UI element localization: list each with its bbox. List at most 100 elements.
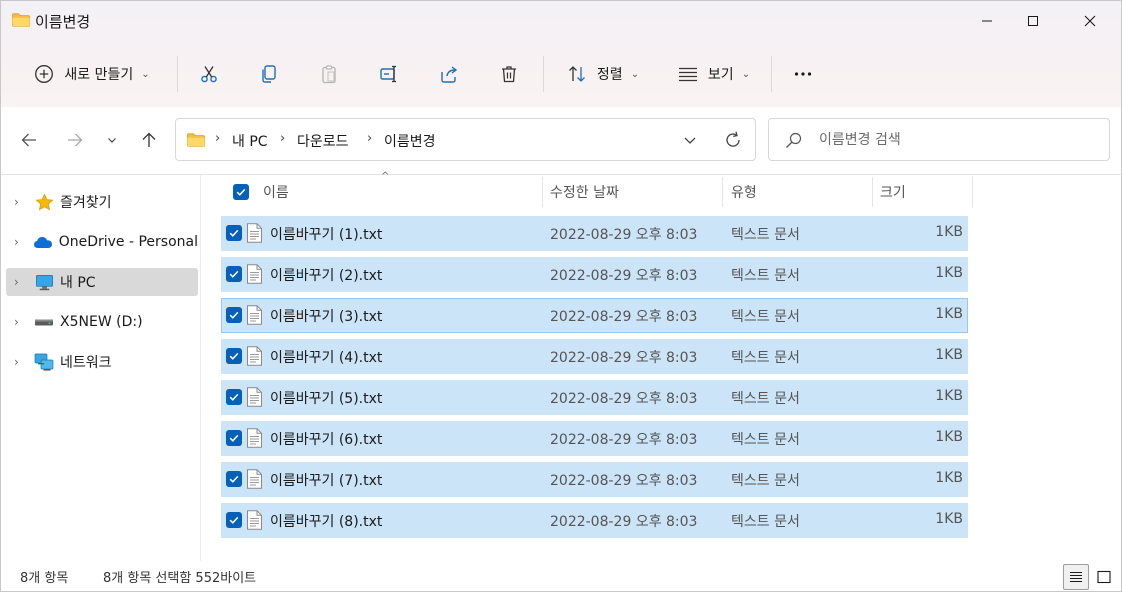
tiles-view-icon — [1097, 570, 1111, 584]
file-name[interactable]: 이름바꾸기 (2).txt — [270, 265, 382, 285]
row-checkbox[interactable] — [226, 225, 242, 241]
row-checkbox[interactable] — [226, 512, 242, 528]
drive-icon — [34, 312, 54, 332]
checkmark-icon — [229, 434, 239, 442]
tiles-view-button[interactable] — [1091, 564, 1117, 590]
row-checkbox[interactable] — [226, 348, 242, 364]
breadcrumb-my-pc[interactable]: 내 PC — [232, 131, 268, 151]
paste-button[interactable] — [309, 49, 349, 99]
file-row[interactable]: 이름바꾸기 (1).txt 2022-08-29 오후 8:03 텍스트 문서 … — [221, 216, 968, 251]
sidebar-item-drive-d[interactable]: › X5NEW (D:) — [6, 308, 198, 336]
cut-button[interactable] — [189, 49, 229, 99]
address-history-chevron-icon[interactable] — [681, 131, 699, 149]
view-button[interactable]: 보기 ⌄ — [665, 49, 763, 99]
sidebar-item-onedrive[interactable]: › OneDrive - Personal — [6, 228, 198, 256]
chevron-right-icon[interactable]: › — [14, 235, 27, 249]
more-icon — [794, 72, 812, 76]
file-row[interactable]: 이름바꾸기 (3).txt 2022-08-29 오후 8:03 텍스트 문서 … — [221, 298, 968, 333]
address-bar[interactable]: › 내 PC › 다운로드 › 이름변경 — [175, 118, 756, 161]
checkmark-icon — [229, 516, 239, 524]
checkmark-icon — [236, 188, 246, 196]
select-all-checkbox[interactable] — [233, 184, 249, 200]
paste-icon — [322, 65, 336, 84]
breadcrumb-downloads[interactable]: 다운로드 — [297, 131, 349, 151]
file-name[interactable]: 이름바꾸기 (5).txt — [270, 388, 382, 408]
column-divider[interactable] — [542, 177, 543, 207]
sidebar-item-favorites[interactable]: › 즐겨찾기 — [6, 188, 198, 216]
file-row[interactable]: 이름바꾸기 (4).txt 2022-08-29 오후 8:03 텍스트 문서 … — [221, 339, 968, 374]
recent-locations-button[interactable] — [101, 117, 123, 163]
pane-divider — [200, 175, 201, 561]
breadcrumb-current-folder[interactable]: 이름변경 — [384, 131, 436, 151]
row-checkbox[interactable] — [226, 471, 242, 487]
window-title: 이름변경 — [35, 13, 91, 31]
column-type-label: 유형 — [731, 185, 757, 201]
column-header-type[interactable]: 유형 — [731, 176, 871, 208]
search-box[interactable] — [768, 118, 1110, 161]
file-size: 1KB — [935, 224, 963, 240]
row-checkbox[interactable] — [226, 266, 242, 282]
close-button[interactable] — [1067, 1, 1113, 41]
sidebar-item-label: 내 PC — [60, 275, 96, 291]
rename-button[interactable] — [369, 49, 409, 99]
plus-circle-icon — [35, 65, 54, 83]
file-name[interactable]: 이름바꾸기 (4).txt — [270, 347, 382, 367]
more-options-button[interactable] — [783, 49, 823, 99]
row-checkbox[interactable] — [226, 307, 242, 323]
status-item-count: 8개 항목 — [20, 571, 69, 586]
column-divider[interactable] — [872, 177, 873, 207]
text-file-icon — [247, 510, 262, 530]
text-file-icon — [247, 469, 262, 489]
copy-button[interactable] — [249, 49, 289, 99]
minimize-button[interactable] — [964, 1, 1010, 41]
back-button[interactable] — [13, 117, 45, 163]
column-divider[interactable] — [972, 177, 973, 207]
file-size: 1KB — [935, 429, 963, 445]
arrow-left-icon — [21, 133, 36, 147]
sidebar-item-network[interactable]: › 네트워크 — [6, 348, 198, 376]
search-input[interactable] — [819, 129, 1089, 151]
file-row[interactable]: 이름바꾸기 (6).txt 2022-08-29 오후 8:03 텍스트 문서 … — [221, 421, 968, 456]
column-header-date[interactable]: 수정한 날짜 — [550, 176, 720, 208]
column-divider[interactable] — [722, 177, 723, 207]
chevron-right-icon[interactable]: › — [367, 131, 372, 146]
file-name[interactable]: 이름바꾸기 (3).txt — [270, 306, 382, 326]
file-row[interactable]: 이름바꾸기 (8).txt 2022-08-29 오후 8:03 텍스트 문서 … — [221, 503, 968, 538]
maximize-icon — [1028, 16, 1038, 26]
details-view-button[interactable] — [1063, 564, 1089, 590]
file-type: 텍스트 문서 — [731, 268, 800, 284]
refresh-icon[interactable] — [723, 130, 743, 150]
checkmark-icon — [229, 352, 239, 360]
chevron-right-icon[interactable]: › — [14, 195, 28, 209]
up-button[interactable] — [133, 117, 165, 163]
file-name[interactable]: 이름바꾸기 (8).txt — [270, 511, 382, 531]
file-row[interactable]: 이름바꾸기 (7).txt 2022-08-29 오후 8:03 텍스트 문서 … — [221, 462, 968, 497]
row-checkbox[interactable] — [226, 389, 242, 405]
file-date: 2022-08-29 오후 8:03 — [550, 473, 698, 489]
forward-button[interactable] — [59, 117, 91, 163]
delete-button[interactable] — [489, 49, 529, 99]
chevron-right-icon[interactable]: › — [14, 355, 28, 369]
share-button[interactable] — [429, 49, 469, 99]
row-checkbox[interactable] — [226, 430, 242, 446]
file-name[interactable]: 이름바꾸기 (6).txt — [270, 429, 382, 449]
sort-button[interactable]: 정렬 ⌄ — [555, 49, 651, 99]
file-row[interactable]: 이름바꾸기 (2).txt 2022-08-29 오후 8:03 텍스트 문서 … — [221, 257, 968, 292]
file-type: 텍스트 문서 — [731, 309, 800, 325]
sort-ascending-icon: ^ — [381, 171, 390, 182]
column-header-size[interactable]: 크기 — [880, 176, 970, 208]
file-row[interactable]: 이름바꾸기 (5).txt 2022-08-29 오후 8:03 텍스트 문서 … — [221, 380, 968, 415]
chevron-right-icon[interactable]: › — [280, 131, 285, 146]
maximize-button[interactable] — [1010, 1, 1056, 41]
chevron-right-icon[interactable]: › — [14, 315, 28, 329]
new-button[interactable]: 새로 만들기 ⌄ — [19, 49, 165, 99]
cloud-icon — [33, 232, 53, 252]
text-file-icon — [247, 305, 262, 325]
sidebar-item-my-pc[interactable]: › 내 PC — [6, 268, 198, 296]
chevron-right-icon[interactable]: › — [215, 131, 220, 146]
view-list-icon — [678, 67, 697, 82]
file-name[interactable]: 이름바꾸기 (7).txt — [270, 470, 382, 490]
file-name[interactable]: 이름바꾸기 (1).txt — [270, 224, 382, 244]
chevron-right-icon[interactable]: › — [14, 275, 28, 289]
separator — [771, 56, 772, 92]
